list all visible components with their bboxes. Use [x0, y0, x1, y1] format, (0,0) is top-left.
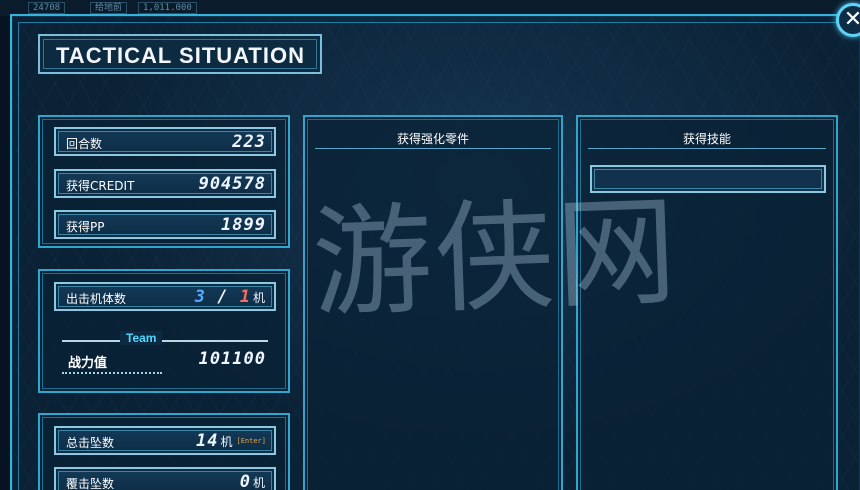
- turns-label: 回合数: [66, 137, 103, 151]
- units-panel: 出击机体数 3 / 1机 Team 战力值 101100: [38, 269, 290, 393]
- pp-label: 获得PP: [66, 220, 105, 234]
- pp-value: 1899: [221, 215, 266, 235]
- sortie-current: 3: [194, 287, 206, 307]
- destroyed-label: 覆击坠数: [66, 477, 115, 490]
- credit-row: 获得CREDIT 904578: [54, 169, 276, 198]
- credit-value: 904578: [198, 174, 266, 194]
- title-plate: TACTICAL SITUATION: [38, 34, 322, 74]
- parts-panel: 获得强化零件: [303, 115, 563, 490]
- stats-panel: 回合数 223 获得CREDIT 904578 获得PP 1899: [38, 115, 290, 248]
- sortie-label: 出击机体数: [66, 292, 127, 306]
- destroyed-value: 0机: [240, 472, 266, 490]
- team-power-value: 101100: [198, 349, 266, 369]
- destroyed-unit: 机: [252, 476, 266, 490]
- sortie-value: 3 / 1机: [195, 287, 266, 307]
- destroyed-number: 0: [239, 472, 251, 490]
- window-title: TACTICAL SITUATION: [56, 43, 305, 68]
- team-divider: [62, 340, 268, 342]
- enter-hint: [Enter]: [236, 437, 266, 445]
- total-kills-value: 14 机 [Enter]: [196, 431, 266, 451]
- credit-label: 获得CREDIT: [66, 179, 135, 193]
- total-kills-number: 14: [195, 431, 219, 451]
- pp-row: 获得PP 1899: [54, 210, 276, 239]
- destroyed-row: 覆击坠数 0机: [54, 467, 276, 490]
- sortie-lost: 1: [239, 287, 251, 307]
- top-strip-segment: 给地前: [90, 2, 128, 14]
- turns-value: 223: [232, 132, 266, 152]
- top-strip-segment: 24708: [28, 2, 66, 14]
- sortie-separator: /: [217, 287, 229, 307]
- skills-panel: 获得技能: [576, 115, 838, 490]
- skills-header: 获得技能: [588, 127, 826, 149]
- kills-panel: 总击坠数 14 机 [Enter] 覆击坠数 0机: [38, 413, 290, 490]
- team-power-label: 战力值: [68, 356, 108, 371]
- top-strip-segment: 1,011.000: [138, 2, 197, 14]
- sortie-row: 出击机体数 3 / 1机: [54, 282, 276, 311]
- skill-slot[interactable]: [590, 165, 826, 193]
- sortie-unit: 机: [252, 291, 266, 305]
- team-dotted-rule: [62, 372, 162, 374]
- parts-header: 获得强化零件: [315, 127, 551, 149]
- turns-row: 回合数 223: [54, 127, 276, 156]
- team-tag: Team: [120, 331, 163, 345]
- total-kills-unit: 机: [220, 435, 234, 449]
- team-power-section: Team 战力值 101100: [56, 331, 276, 379]
- total-kills-label: 总击坠数: [66, 436, 115, 450]
- total-kills-row[interactable]: 总击坠数 14 机 [Enter]: [54, 426, 276, 455]
